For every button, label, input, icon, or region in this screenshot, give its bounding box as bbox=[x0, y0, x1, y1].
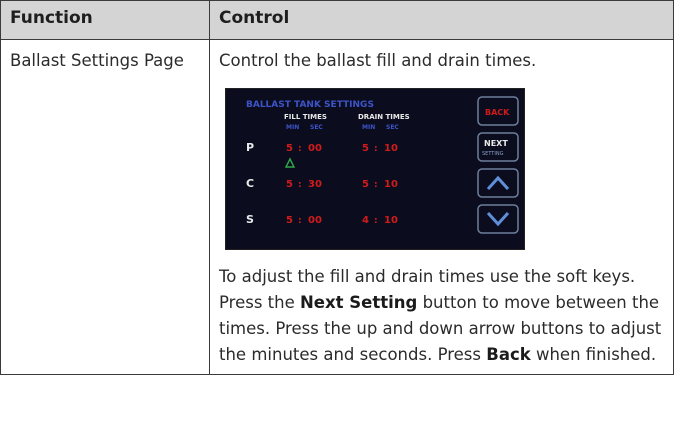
control-description: Control the ballast fill and drain times… bbox=[219, 51, 537, 70]
fill-sec-s: 00 bbox=[308, 215, 322, 226]
row-label-c: C bbox=[246, 177, 254, 190]
selection-cursor-icon bbox=[284, 157, 296, 168]
svg-text::: : bbox=[374, 180, 378, 190]
fill-min-s: 5 bbox=[286, 215, 293, 226]
fill-sec-p: 00 bbox=[308, 143, 322, 154]
row-label-p: P bbox=[246, 141, 254, 154]
up-arrow-softkey[interactable] bbox=[477, 168, 519, 198]
ballast-screen-graphic: BALLAST TANK SETTINGS FILL TIMES DRAIN T… bbox=[246, 96, 519, 234]
screen-title: BALLAST TANK SETTINGS bbox=[246, 100, 374, 110]
drain-min-c: 5 bbox=[362, 179, 369, 190]
header-function: Function bbox=[0, 0, 210, 40]
fill-min-label: MIN bbox=[286, 124, 299, 131]
drain-sec-s: 10 bbox=[384, 215, 398, 226]
fill-sec-c: 30 bbox=[308, 179, 322, 190]
svg-text::: : bbox=[298, 180, 302, 190]
drain-min-s: 4 bbox=[362, 215, 369, 226]
fill-min-p: 5 bbox=[286, 143, 293, 154]
drain-sec-p: 10 bbox=[384, 143, 398, 154]
svg-text::: : bbox=[298, 144, 302, 154]
drain-min-label: MIN bbox=[362, 124, 375, 131]
back-softkey-label: BACK bbox=[485, 108, 510, 117]
manual-table: Function Control Ballast Settings Page C… bbox=[0, 0, 674, 375]
fill-sec-label: SEC bbox=[310, 124, 323, 131]
function-cell: Ballast Settings Page bbox=[0, 39, 210, 375]
svg-text::: : bbox=[374, 216, 378, 226]
next-softkey-sublabel: SETTING bbox=[482, 151, 504, 157]
table-row: Ballast Settings Page Control the ballas… bbox=[0, 39, 674, 375]
drain-min-p: 5 bbox=[362, 143, 369, 154]
instructions-text-3: when finished. bbox=[530, 345, 657, 364]
header-control: Control bbox=[209, 0, 674, 40]
next-softkey-label: NEXT bbox=[484, 139, 508, 148]
control-instructions: To adjust the fill and drain times use t… bbox=[219, 264, 664, 368]
fill-times-header: FILL TIMES bbox=[284, 113, 327, 121]
drain-sec-c: 10 bbox=[384, 179, 398, 190]
next-setting-emphasis: Next Setting bbox=[300, 293, 418, 312]
next-setting-softkey[interactable]: NEXT SETTING bbox=[477, 132, 519, 162]
row-label-s: S bbox=[246, 213, 254, 226]
drain-times-header: DRAIN TIMES bbox=[358, 113, 410, 121]
back-emphasis: Back bbox=[486, 345, 531, 364]
control-cell: Control the ballast fill and drain times… bbox=[209, 39, 674, 375]
ballast-settings-screenshot: BALLAST TANK SETTINGS FILL TIMES DRAIN T… bbox=[225, 88, 525, 250]
fill-min-c: 5 bbox=[286, 179, 293, 190]
table-header-row: Function Control bbox=[0, 0, 674, 40]
drain-sec-label: SEC bbox=[386, 124, 399, 131]
svg-text::: : bbox=[298, 216, 302, 226]
down-arrow-softkey[interactable] bbox=[477, 204, 519, 234]
back-softkey[interactable]: BACK bbox=[477, 96, 519, 126]
svg-text::: : bbox=[374, 144, 378, 154]
